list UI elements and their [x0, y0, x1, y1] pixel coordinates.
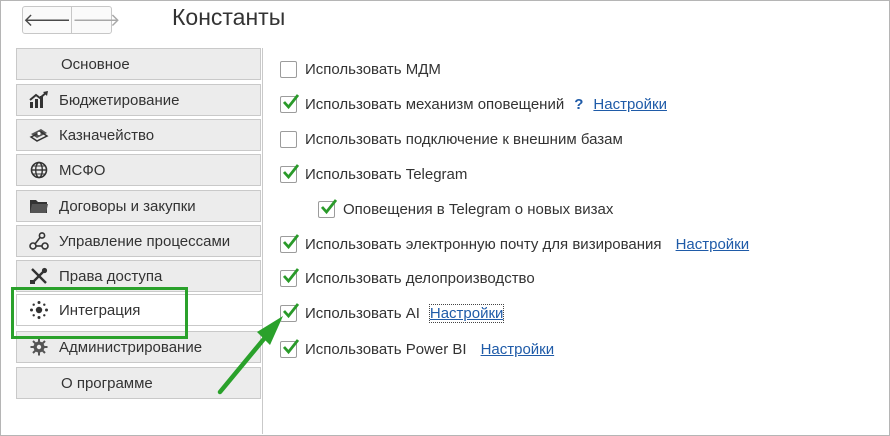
- annotation-arrow: [217, 316, 283, 395]
